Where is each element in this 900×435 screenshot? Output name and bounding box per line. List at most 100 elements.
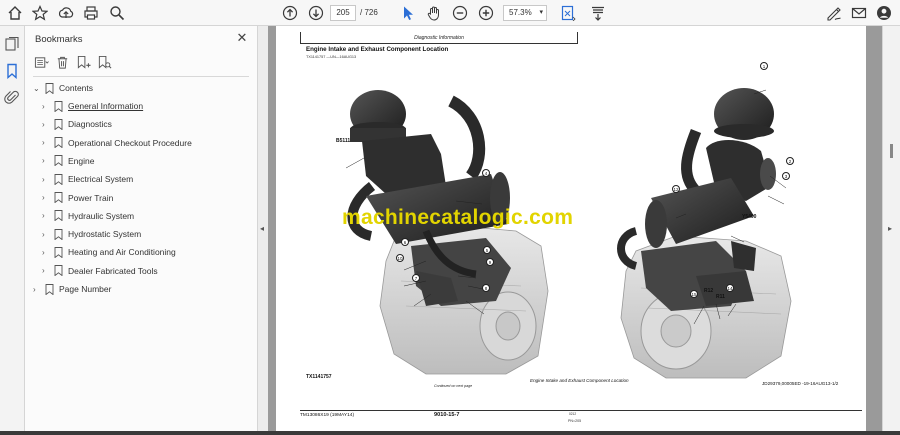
bookmark-label: Dealer Fabricated Tools <box>68 265 158 276</box>
bookmark-icon <box>54 246 63 259</box>
panel-splitter[interactable]: ◂ <box>258 26 268 435</box>
pages-icon[interactable] <box>4 36 21 53</box>
callout-1: 1 <box>760 62 768 70</box>
bookmark-page-number[interactable]: › Page Number <box>33 282 111 296</box>
footer-pn: PN=205 <box>568 419 582 423</box>
hand-tool-icon[interactable] <box>424 3 444 23</box>
sign-icon[interactable] <box>824 3 844 23</box>
chevron-right-icon[interactable]: › <box>42 175 52 184</box>
bookmark-item[interactable]: › Operational Checkout Procedure <box>42 136 192 150</box>
bookmark-item[interactable]: › Power Train <box>42 191 113 205</box>
callout-y5400: Y5400 <box>742 214 757 220</box>
callout-3: 3 <box>782 172 790 180</box>
callout-7: 7 <box>412 274 420 282</box>
bookmark-label: Hydraulic System <box>68 210 135 221</box>
main-toolbar: 205 / 726 57.3% ▾ <box>0 0 900 26</box>
callout-12: 12 <box>672 185 680 193</box>
bookmark-item[interactable]: › General Information <box>42 99 143 113</box>
bookmark-icon <box>54 265 63 277</box>
bookmark-icon <box>54 173 63 186</box>
figure-id: TX1141757 <box>306 374 332 380</box>
home-icon[interactable] <box>5 3 25 23</box>
add-bookmark-icon[interactable] <box>75 54 91 70</box>
bookmark-item[interactable]: › Electrical System <box>42 172 133 186</box>
callout-8: 8 <box>482 284 490 292</box>
find-bookmark-icon[interactable] <box>96 54 112 70</box>
footer-manual-id: TM13086X19 (19MAY14) <box>300 413 355 418</box>
zoom-value: 57.3% <box>509 8 532 17</box>
account-icon[interactable] <box>874 3 894 23</box>
callout-10: 10 <box>396 254 404 262</box>
bookmark-item[interactable]: › Hydrostatic System <box>42 227 141 241</box>
bookmark-star-icon[interactable] <box>30 3 50 23</box>
chevron-right-icon[interactable]: › <box>42 193 52 202</box>
callout-r11: R11 <box>716 294 725 300</box>
zoom-search-icon[interactable] <box>107 3 127 23</box>
fit-page-icon[interactable] <box>558 3 578 23</box>
callout-5: 5 <box>483 246 491 254</box>
chevron-right-icon[interactable]: › <box>42 102 52 111</box>
bookmark-item[interactable]: › Heating and Air Conditioning <box>42 245 176 259</box>
collapse-left-icon[interactable]: ◂ <box>260 224 264 233</box>
bookmark-label: Power Train <box>68 192 114 203</box>
print-icon[interactable] <box>81 3 101 23</box>
chevron-right-icon[interactable]: › <box>42 266 52 275</box>
mail-icon[interactable] <box>849 3 869 23</box>
taskbar-edge <box>0 431 900 435</box>
vertical-scrollbar[interactable]: ▸ <box>882 26 900 435</box>
delete-icon[interactable] <box>54 54 70 70</box>
callout-14: 14 <box>726 284 734 292</box>
right-engine-view <box>617 88 792 379</box>
zoom-in-icon[interactable] <box>476 3 496 23</box>
bookmark-label: Contents <box>59 83 94 93</box>
document-viewer: Diagnostic Information Engine Intake and… <box>268 26 882 435</box>
bookmark-item[interactable]: › Dealer Fabricated Tools <box>42 264 158 278</box>
doc-reference: JD29379,00005ED -19-16AUG13-1/2 <box>762 381 839 386</box>
bookmark-icon <box>54 100 63 112</box>
upload-icon[interactable] <box>56 3 76 23</box>
continued-note: Continued on next page <box>434 384 473 388</box>
scroll-mode-icon[interactable] <box>588 3 608 23</box>
bookmark-label: General Information <box>68 101 144 111</box>
chevron-right-icon[interactable]: › <box>42 230 52 239</box>
expand-right-icon[interactable]: ▸ <box>888 224 892 233</box>
zoom-out-icon[interactable] <box>450 3 470 23</box>
callout-r12: R12 <box>704 288 714 294</box>
select-cursor-icon[interactable] <box>398 3 418 23</box>
chevron-down-icon[interactable]: ⌄ <box>33 84 43 93</box>
bookmark-icon <box>54 192 63 204</box>
bookmark-item[interactable]: › Hydraulic System <box>42 209 134 223</box>
attachment-icon[interactable] <box>4 89 21 106</box>
page-down-icon[interactable] <box>306 3 326 23</box>
chevron-right-icon[interactable]: › <box>42 156 52 165</box>
options-menu-icon[interactable] <box>33 54 49 70</box>
chevron-right-icon[interactable]: › <box>33 285 43 294</box>
bookmark-icon <box>45 283 54 295</box>
callout-15: 15 <box>690 290 698 298</box>
watermark: machinecatalogic.com <box>342 206 574 229</box>
bookmark-root[interactable]: ⌄ Contents <box>33 81 93 95</box>
close-icon[interactable]: ✕ <box>235 31 249 45</box>
footer-divider <box>300 410 862 411</box>
bookmark-icon <box>54 155 63 167</box>
page-number-input[interactable]: 205 <box>330 5 356 21</box>
bookmark-icon <box>54 137 63 149</box>
bookmark-item[interactable]: › Engine <box>42 154 94 168</box>
callout-9: 9 <box>486 258 494 266</box>
scrollbar-thumb[interactable] <box>890 144 893 158</box>
zoom-select[interactable]: 57.3% ▾ <box>503 5 547 21</box>
chevron-right-icon[interactable]: › <box>42 120 52 129</box>
navigation-rail <box>0 26 25 435</box>
bookmark-item[interactable]: › Diagnostics <box>42 117 112 131</box>
footer-sub-code: 0212 <box>569 412 577 416</box>
chevron-right-icon[interactable]: › <box>42 138 52 147</box>
callout-b5111: B5111 <box>336 138 351 144</box>
bookmark-label: Electrical System <box>68 174 134 185</box>
chevron-right-icon[interactable]: › <box>42 248 52 257</box>
bookmark-tools <box>33 54 112 72</box>
panel-divider <box>33 76 249 77</box>
page-up-icon[interactable] <box>280 3 300 23</box>
chevron-right-icon[interactable]: › <box>42 211 52 220</box>
left-engine-view <box>347 90 549 375</box>
bookmarks-icon[interactable] <box>4 63 21 80</box>
